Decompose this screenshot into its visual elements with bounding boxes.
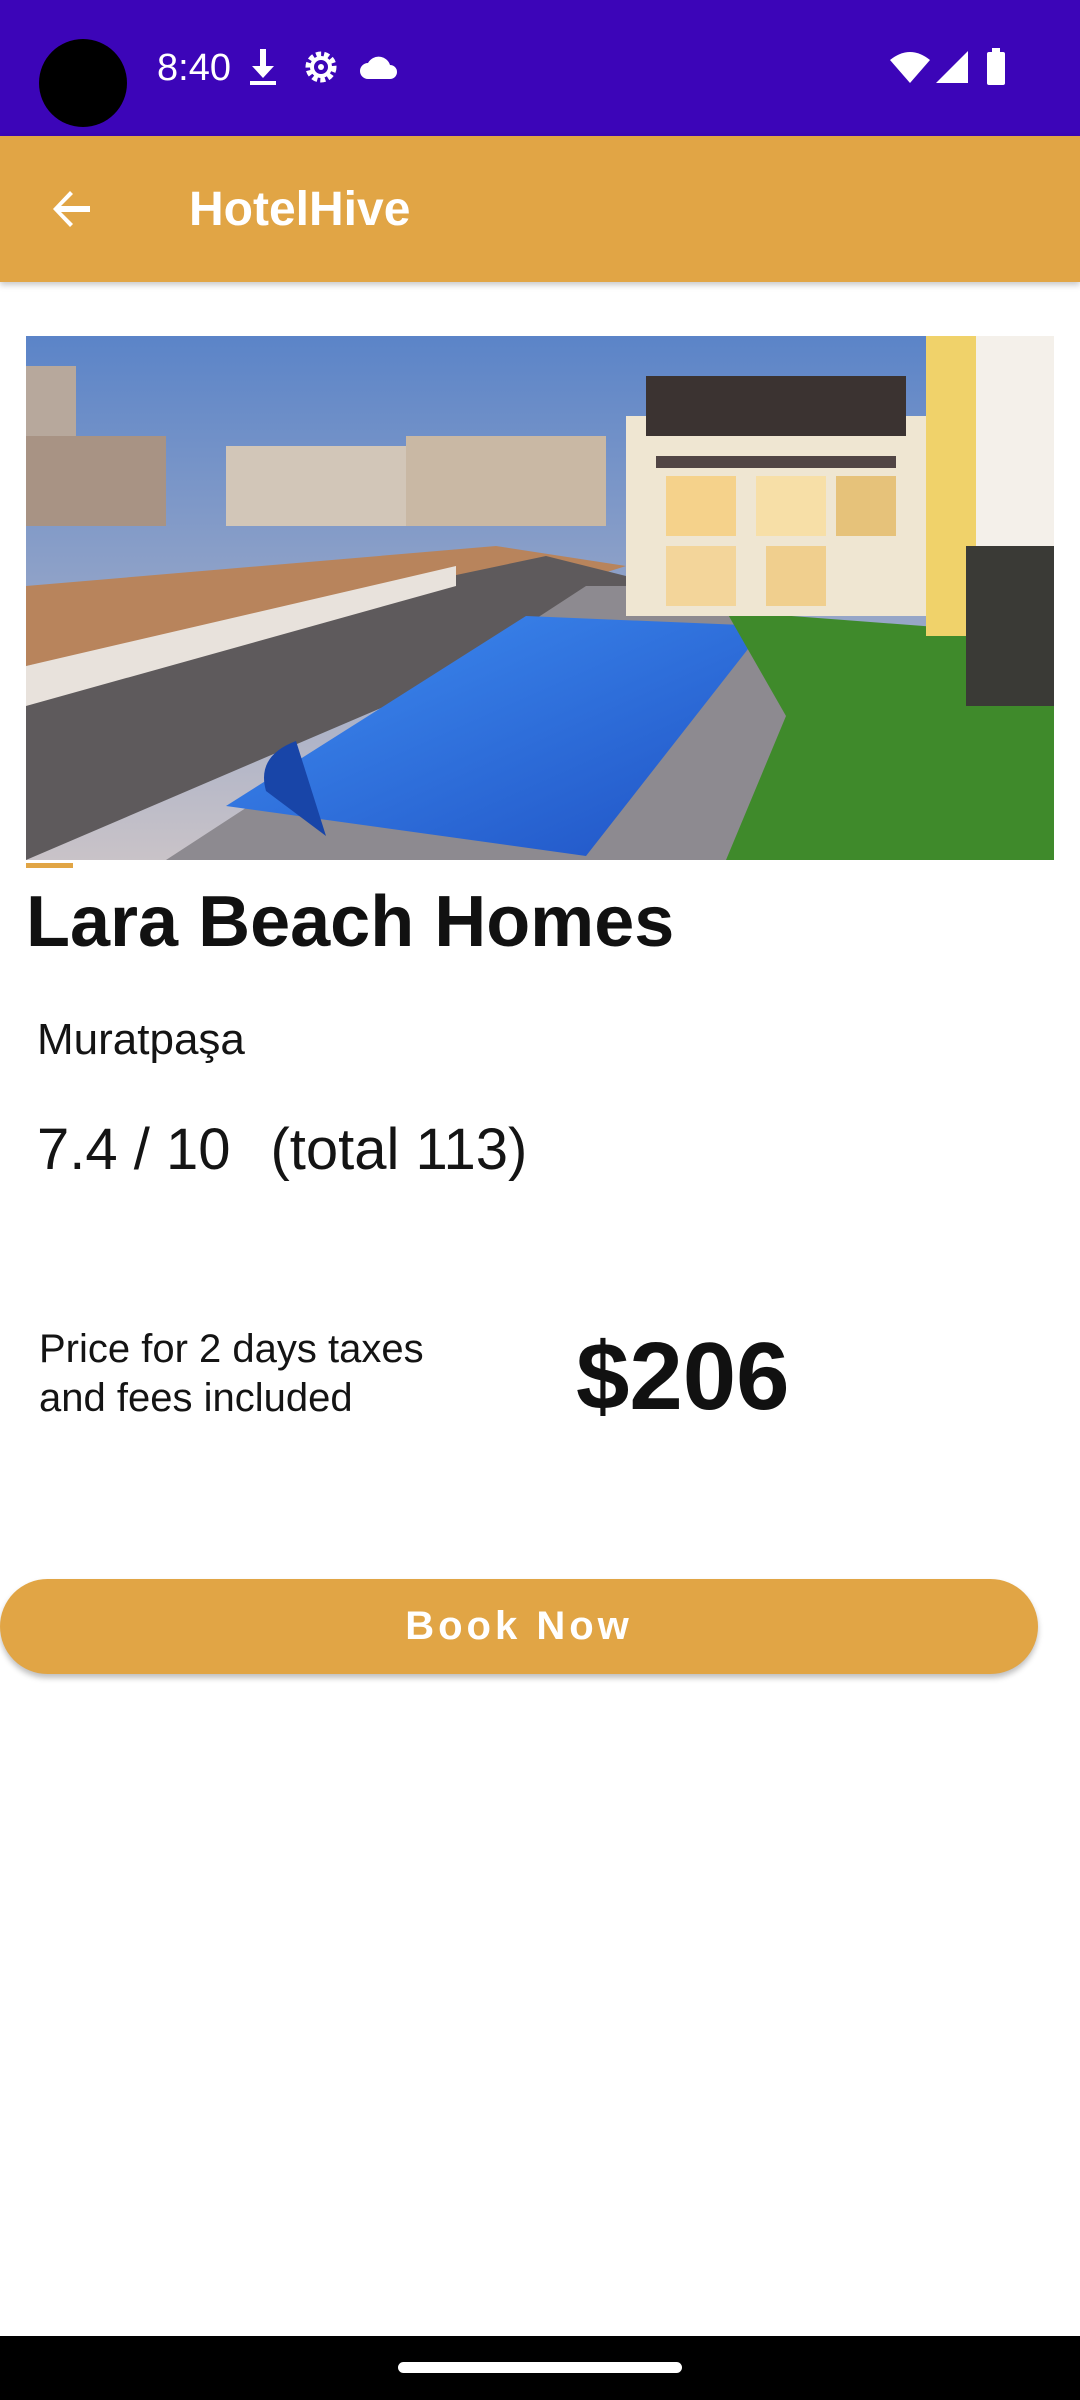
arrow-back-icon <box>50 187 94 236</box>
cloud-icon <box>358 53 400 86</box>
back-button[interactable] <box>30 169 114 253</box>
hotel-image[interactable] <box>26 336 1054 860</box>
app-bar: HotelHive <box>0 136 1080 282</box>
rating-score: 7.4 / 10 <box>37 1117 231 1182</box>
hotel-name: Lara Beach Homes <box>26 882 675 962</box>
home-handle[interactable] <box>398 2362 682 2373</box>
book-now-button[interactable]: Book Now <box>0 1579 1038 1674</box>
camera-cutout <box>39 39 127 127</box>
settings-gear-icon <box>301 47 341 92</box>
hotel-location: Muratpaşa <box>37 1015 245 1064</box>
app-title: HotelHive <box>189 183 411 236</box>
rating-row: 7.4 / 10 (total 113) <box>37 1116 527 1184</box>
status-bar: 8:40 <box>0 0 1080 136</box>
wifi-icon <box>888 50 932 89</box>
price-value: $206 <box>576 1323 790 1430</box>
status-time: 8:40 <box>157 47 231 89</box>
download-icon <box>246 47 280 92</box>
cell-signal-icon <box>934 50 970 89</box>
image-indicator <box>26 863 73 868</box>
review-total: (total 113) <box>270 1117 528 1182</box>
price-label: Price for 2 days taxes and fees included <box>39 1327 424 1420</box>
battery-icon <box>986 48 1006 91</box>
